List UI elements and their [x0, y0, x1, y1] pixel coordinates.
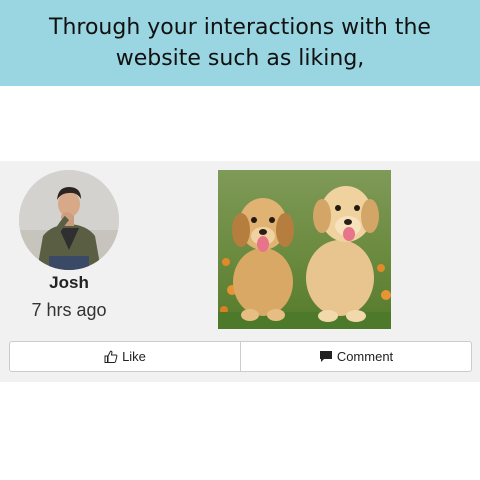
like-button[interactable]: Like — [10, 342, 240, 371]
comment-label: Comment — [336, 349, 394, 364]
caption-text: Through your interactions with the websi… — [49, 15, 431, 71]
comment-button[interactable]: Comment — [240, 342, 471, 371]
like-label: Like — [122, 349, 146, 364]
thumbs-up-icon — [104, 350, 118, 363]
post-timestamp: 7 hrs ago — [31, 300, 107, 320]
post-photo[interactable] — [218, 170, 391, 329]
avatar[interactable] — [19, 170, 119, 270]
comment-icon — [319, 350, 333, 363]
author-name[interactable]: Josh — [0, 273, 138, 293]
post-card: Josh 7 hrs ago Like Comment — [0, 161, 480, 382]
post-actions-bar: Like Comment — [9, 341, 472, 372]
caption-banner: Through your interactions with the websi… — [0, 0, 480, 86]
